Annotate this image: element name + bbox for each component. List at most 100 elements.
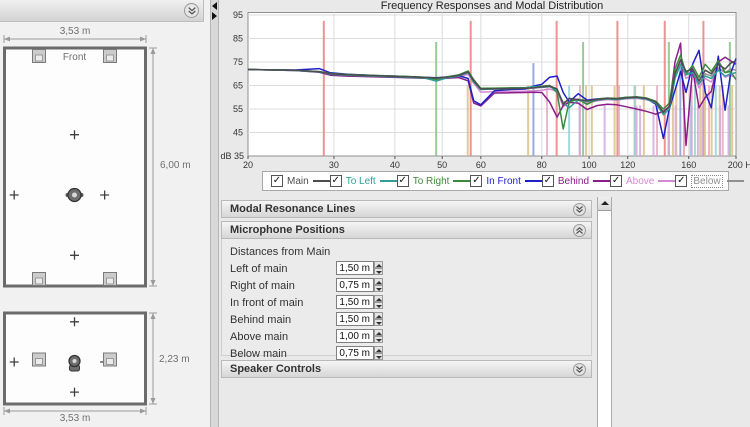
behind-main-input[interactable]: 1,50 m xyxy=(336,312,374,326)
legend-item-to-left[interactable]: ✓ To Left xyxy=(330,175,397,187)
legend-checkbox[interactable]: ✓ xyxy=(675,175,687,187)
legend-label[interactable]: Below xyxy=(691,175,722,188)
y-axis-tick-label: 65 xyxy=(233,81,243,91)
modal-resonance-lines-header[interactable]: Modal Resonance Lines xyxy=(221,200,592,218)
dimension-label: 2,23 m xyxy=(159,354,190,365)
microphone-positions-content: Distances from Main Left of main1,50 mRi… xyxy=(221,239,592,356)
panels-scrollbar[interactable] xyxy=(597,197,612,427)
y-axis-tick-label: 95 xyxy=(233,10,243,20)
legend-line-swatch xyxy=(593,180,610,182)
scrollbar-up-button[interactable] xyxy=(598,197,611,211)
behind-main-spin-down-button[interactable] xyxy=(374,319,383,326)
below-main-label: Below main xyxy=(230,348,287,360)
x-axis-tick-label: 160 xyxy=(681,160,696,170)
listener-front-icon xyxy=(69,356,80,372)
below-main-input[interactable]: 0,75 m xyxy=(336,346,374,360)
room-layout-panel: 3,53 m6,00 mFront2,23 m3,53 m xyxy=(0,0,210,427)
legend-item-main[interactable]: ✓ Main xyxy=(271,175,330,187)
above-main-spin-down-button[interactable] xyxy=(374,336,383,343)
legend-checkbox[interactable]: ✓ xyxy=(397,175,409,187)
y-axis-tick-label: 85 xyxy=(233,34,243,44)
below-main-spin-up-button[interactable] xyxy=(374,346,383,353)
mic-distance-row-in-front-of-main: In front of main 1,50 m xyxy=(222,295,591,312)
in-front-of-main-spin-down-button[interactable] xyxy=(374,302,383,309)
legend-checkbox[interactable]: ✓ xyxy=(470,175,482,187)
splitter-expand-right-icon[interactable] xyxy=(212,12,217,20)
legend-item-below[interactable]: ✓ Below xyxy=(675,175,743,188)
left-of-main-spin-down-button[interactable] xyxy=(374,268,383,275)
legend-checkbox[interactable]: ✓ xyxy=(610,175,622,187)
splitter-collapse-left-icon[interactable] xyxy=(212,2,217,10)
room-diagrams: 3,53 m6,00 mFront2,23 m3,53 m xyxy=(0,0,210,427)
legend-label[interactable]: Main xyxy=(287,176,309,187)
panel-splitter[interactable] xyxy=(210,0,219,427)
room-top-view xyxy=(5,48,146,286)
legend-item-above[interactable]: ✓ Above xyxy=(610,175,675,187)
legend-label[interactable]: In Front xyxy=(486,176,520,187)
left-of-main-label: Left of main xyxy=(230,263,287,275)
x-axis-tick-label: 30 xyxy=(329,160,339,170)
above-main-input[interactable]: 1,00 m xyxy=(336,329,374,343)
legend-label[interactable]: Above xyxy=(626,176,654,187)
dimension-line: 6,00 m xyxy=(149,48,191,286)
x-axis-tick-label: 40 xyxy=(390,160,400,170)
left-of-main-spin-up-button[interactable] xyxy=(374,261,383,268)
in-front-of-main-label: In front of main xyxy=(230,297,303,309)
speaker-controls-header[interactable]: Speaker Controls xyxy=(221,360,592,378)
legend-checkbox[interactable]: ✓ xyxy=(330,175,342,187)
legend-label[interactable]: Behind xyxy=(558,176,589,187)
left-of-main-input[interactable]: 1,50 m xyxy=(336,261,374,275)
right-of-main-spin-down-button[interactable] xyxy=(374,285,383,292)
mic-distance-row-behind-main: Behind main1,50 m xyxy=(222,312,591,329)
above-main-spinner xyxy=(374,329,383,343)
right-of-main-input[interactable]: 0,75 m xyxy=(336,278,374,292)
speaker-icon xyxy=(104,353,117,366)
collapse-panel-button[interactable] xyxy=(573,224,586,237)
frequency-response-chart: Frequency Responses and Modal Distributi… xyxy=(220,0,750,197)
legend-line-swatch xyxy=(453,180,470,182)
legend-item-in-front[interactable]: ✓ In Front xyxy=(470,175,541,187)
legend-line-swatch xyxy=(525,180,542,182)
x-axis-tick-label: 200 Hz xyxy=(728,160,750,170)
dimension-line: 3,53 m xyxy=(4,26,146,43)
in-front-of-main-input[interactable]: 1,50 m xyxy=(336,295,374,309)
room-panel-header[interactable] xyxy=(0,0,204,22)
y-axis-tick-label: 75 xyxy=(233,57,243,67)
left-of-main-spinner xyxy=(374,261,383,275)
above-main-label: Above main xyxy=(230,331,288,343)
legend-item-behind[interactable]: ✓ Behind xyxy=(542,175,610,187)
behind-main-spin-up-button[interactable] xyxy=(374,312,383,319)
y-axis-tick-label: 55 xyxy=(233,104,243,114)
legend-label[interactable]: To Left xyxy=(346,176,376,187)
expand-panel-button[interactable] xyxy=(573,363,586,376)
x-axis-tick-label: 50 xyxy=(437,160,447,170)
distances-from-main-label: Distances from Main xyxy=(230,246,330,258)
speaker-icon xyxy=(104,50,117,63)
legend-label[interactable]: To Right xyxy=(413,176,450,187)
below-main-spin-down-button[interactable] xyxy=(374,353,383,360)
panel-title: Microphone Positions xyxy=(230,224,345,236)
microphone-positions-header[interactable]: Microphone Positions xyxy=(221,221,592,239)
y-axis-unit-label: dB 35 xyxy=(220,151,244,161)
legend-checkbox[interactable]: ✓ xyxy=(542,175,554,187)
dimension-line: 2,23 m xyxy=(149,313,190,404)
mic-distance-row-above-main: Above main 1,00 m xyxy=(222,329,591,346)
double-chevron-down-icon xyxy=(575,365,584,374)
speaker-icon xyxy=(104,273,117,286)
room-simulator-window: 3,53 m6,00 mFront2,23 m3,53 m Frequency … xyxy=(0,0,750,427)
legend-item-to-right[interactable]: ✓ To Right xyxy=(397,175,471,187)
collapse-room-panel-button[interactable] xyxy=(184,3,199,18)
speaker-icon xyxy=(33,273,46,286)
expand-panel-button[interactable] xyxy=(573,203,586,216)
in-front-of-main-spin-up-button[interactable] xyxy=(374,295,383,302)
right-of-main-spin-up-button[interactable] xyxy=(374,278,383,285)
x-axis-tick-label: 100 xyxy=(582,160,597,170)
legend-checkbox[interactable]: ✓ xyxy=(271,175,283,187)
x-axis-tick-label: 120 xyxy=(620,160,635,170)
panel-title: Modal Resonance Lines xyxy=(230,203,355,215)
double-chevron-down-icon xyxy=(575,205,584,214)
x-axis-tick-label: 80 xyxy=(537,160,547,170)
dimension-line: 3,53 m xyxy=(4,407,146,424)
legend-line-swatch xyxy=(313,180,330,182)
above-main-spin-up-button[interactable] xyxy=(374,329,383,336)
